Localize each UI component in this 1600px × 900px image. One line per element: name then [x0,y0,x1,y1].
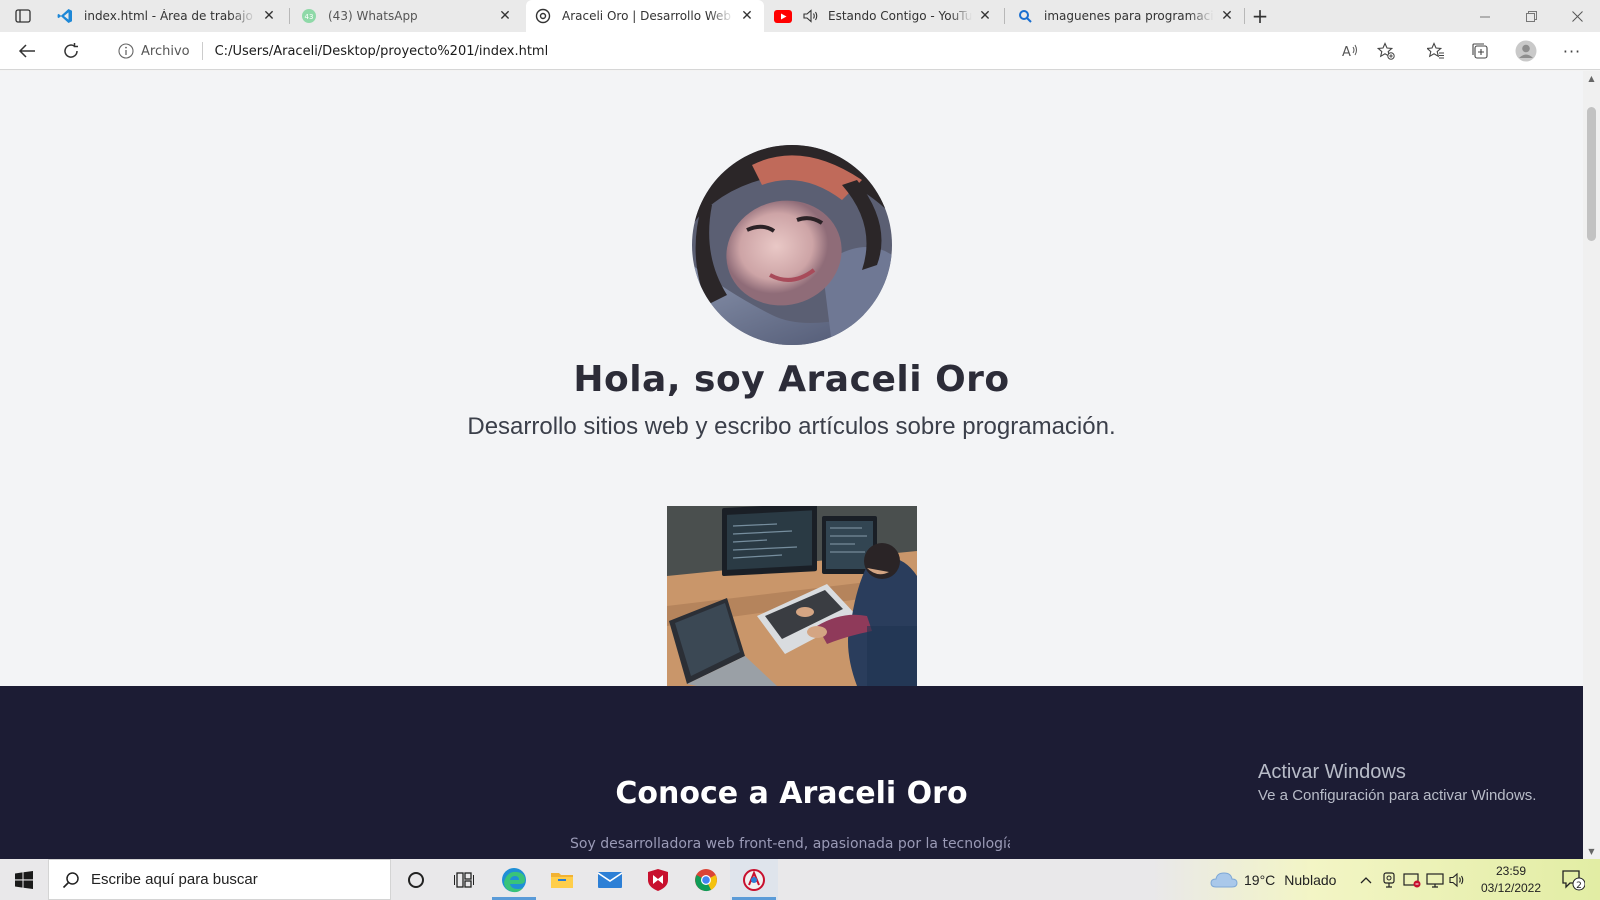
info-icon[interactable] [117,42,135,60]
origin-label: Archivo [141,43,190,59]
clock-date: 03/12/2022 [1480,881,1542,895]
taskbar-search-box[interactable]: Escribe aquí para buscar [48,859,391,900]
tab-search[interactable]: imaguenes para programacion web - Buscar… [1008,0,1244,32]
close-icon[interactable]: ✕ [738,7,756,25]
tab-separator [289,8,290,24]
task-view-icon[interactable] [440,859,488,900]
tab-title: index.html - Área de trabajo - Visual St… [84,9,256,23]
tab-title: Estando Contigo - YouTube [828,9,972,23]
antivirus-tray-icon[interactable] [1403,859,1421,900]
tab-vscode[interactable]: index.html - Área de trabajo - Visual St… [48,0,286,32]
windows-activation-watermark: Activar Windows Ve a Configuración para … [1258,761,1536,804]
system-clock[interactable]: 23:59 03/12/2022 [1476,863,1546,897]
weather-temp: 19°C [1244,871,1276,888]
back-arrow-icon[interactable] [12,36,42,66]
watermark-subtitle: Ve a Configuración para activar Windows. [1258,787,1537,804]
volume-icon[interactable] [1449,859,1467,900]
scroll-thumb[interactable] [1587,107,1596,241]
collections-icon[interactable] [1465,36,1495,66]
close-icon[interactable]: ✕ [260,7,278,25]
page-scrollbar[interactable]: ▲ ▼ [1583,71,1600,859]
more-menu-icon[interactable]: ··· [1557,36,1587,66]
close-icon[interactable]: ✕ [1218,7,1236,25]
windows-start-icon[interactable] [0,859,48,900]
page-viewport: Hola, soy Araceli Oro Desarrollo sitios … [0,71,1583,859]
speaker-icon[interactable] [802,7,820,25]
meet-now-icon[interactable] [1382,859,1396,900]
tab-separator [1244,8,1245,24]
add-favorite-icon[interactable] [1371,36,1401,66]
browser-toolbar: Archivo C:/Users/Araceli/Desktop/proyect… [0,32,1600,70]
close-icon[interactable]: ✕ [496,7,514,25]
whatsapp-icon: 43 [300,7,318,25]
tab-title: Araceli Oro | Desarrollo Web Front-End [562,9,734,23]
weather-widget[interactable]: 19°C Nublado [1210,859,1336,900]
developer-workspace-image [667,506,917,686]
restore-icon[interactable] [1508,0,1554,32]
watermark-title: Activar Windows [1258,761,1406,783]
tab-strip: index.html - Área de trabajo - Visual St… [0,0,1600,32]
new-tab-button[interactable]: + [1248,4,1272,28]
mail-icon[interactable] [586,859,634,900]
address-bar[interactable]: Archivo C:/Users/Araceli/Desktop/proyect… [100,36,1407,66]
svg-text:2: 2 [1576,881,1582,891]
window-close-icon[interactable] [1554,0,1600,32]
cortana-icon[interactable] [392,859,440,900]
search-icon [1016,7,1034,25]
svg-text:43: 43 [305,13,314,21]
close-icon[interactable]: ✕ [976,7,994,25]
tab-whatsapp[interactable]: 43 (43) WhatsApp ✕ [292,0,522,32]
network-icon[interactable] [1426,859,1444,900]
vscode-icon [56,7,74,25]
tab-title: (43) WhatsApp [328,9,418,23]
taskbar-search-placeholder: Escribe aquí para buscar [91,871,258,888]
file-explorer-icon[interactable] [538,859,586,900]
tab-title: imaguenes para programacion web - Buscar [1044,9,1214,23]
weather-text: Nublado [1284,871,1337,888]
omnibox-divider [201,42,203,60]
notification-center-icon[interactable]: 2 [1553,859,1593,900]
tab-active-portfolio[interactable]: Araceli Oro | Desarrollo Web Front-End ✕ [526,0,764,32]
tab-youtube[interactable]: Estando Contigo - YouTube ✕ [766,0,1002,32]
hero-subtitle: Desarrollo sitios web y escribo artículo… [467,413,1116,440]
app-running-icon[interactable] [730,859,778,900]
search-icon [61,870,81,890]
svg-text:A: A [1342,45,1351,59]
profile-avatar-icon[interactable] [1511,36,1541,66]
favorites-icon[interactable] [1421,36,1451,66]
url-text[interactable]: C:/Users/Araceli/Desktop/proyecto%201/in… [215,44,549,59]
clock-time: 23:59 [1495,864,1527,878]
mcafee-icon[interactable] [634,859,682,900]
scroll-up-arrow-icon[interactable]: ▲ [1586,73,1597,84]
youtube-icon [774,7,792,25]
tab-actions-icon[interactable] [11,6,35,26]
refresh-icon[interactable] [56,36,86,66]
read-aloud-icon[interactable]: A [1335,36,1365,66]
edge-browser-icon[interactable] [490,859,538,900]
cloud-icon [1210,871,1238,887]
about-text-peek: Soy desarrolladora web front-end, apasio… [570,836,1010,852]
minimize-icon[interactable] [1462,0,1508,32]
page-icon [534,7,552,25]
tab-separator [1004,8,1005,24]
chevron-up-icon[interactable] [1360,859,1372,900]
chrome-icon[interactable] [682,859,730,900]
scroll-down-arrow-icon[interactable]: ▼ [1586,846,1597,857]
hero-title: Hola, soy Araceli Oro [573,359,1010,400]
profile-photo [692,145,892,345]
windows-taskbar: Escribe aquí para buscar 19°C Nublado 23… [0,859,1600,900]
